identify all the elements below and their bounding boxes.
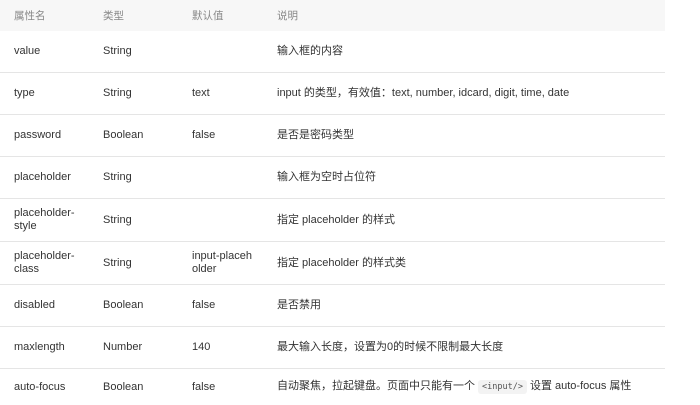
cell-description: 是否禁用	[277, 284, 665, 327]
cell-default: input-placeholder	[192, 241, 277, 285]
cell-description: 最大输入长度，设置为0的时候不限制最大长度	[277, 326, 665, 369]
cell-type: String	[103, 72, 192, 115]
cell-default: 140	[192, 326, 277, 369]
cell-name: placeholder	[0, 156, 103, 199]
header-default: 默认值	[192, 0, 277, 31]
table-row: placeholder-style String 指定 placeholder …	[0, 198, 665, 242]
table-row: type String text input 的类型，有效值：text, num…	[0, 72, 665, 115]
cell-description: 输入框为空时占位符	[277, 156, 665, 199]
cell-name: placeholder-class	[0, 241, 103, 285]
table-header-row: 属性名 类型 默认值 说明	[0, 0, 665, 31]
inline-code: <input/>	[478, 380, 527, 394]
cell-type: Boolean	[103, 368, 192, 405]
cell-type: String	[103, 198, 192, 242]
table-row: maxlength Number 140 最大输入长度，设置为0的时候不限制最大…	[0, 326, 665, 369]
table-row: password Boolean false 是否是密码类型	[0, 114, 665, 157]
description-text-before: 自动聚焦，拉起键盘。页面中只能有一个	[277, 380, 475, 392]
cell-description: 指定 placeholder 的样式类	[277, 241, 665, 285]
cell-description: 是否是密码类型	[277, 114, 665, 157]
cell-default: false	[192, 114, 277, 157]
cell-name-text: placeholder-style	[14, 207, 75, 232]
cell-name: value	[14, 45, 41, 57]
table-row: disabled Boolean false 是否禁用	[0, 284, 665, 327]
cell-default	[192, 198, 277, 242]
cell-description: input 的类型，有效值：text, number, idcard, digi…	[277, 72, 665, 115]
cell-description: 指定 placeholder 的样式	[277, 198, 665, 242]
cell-type: Boolean	[103, 114, 192, 157]
table-row: placeholder-class String input-placehold…	[0, 241, 665, 285]
cell-default-text: input-placeholder	[192, 250, 252, 275]
cell-description: 输入框的内容	[277, 45, 343, 57]
cell-type: Boolean	[103, 284, 192, 327]
cell-default	[192, 156, 277, 199]
cell-type: String	[103, 241, 192, 285]
cell-default: false	[192, 368, 277, 405]
cell-name: auto-focus	[0, 368, 103, 405]
cell-type: Number	[103, 326, 192, 369]
cell-name: type	[0, 72, 103, 115]
description-text-after: 设置 auto-focus 属性	[529, 380, 632, 392]
cell-type: String	[103, 156, 192, 199]
cell-default	[192, 31, 277, 73]
cell-description: 自动聚焦，拉起键盘。页面中只能有一个 <input/> 设置 auto-focus …	[277, 368, 665, 405]
cell-default: text	[192, 72, 277, 115]
header-name: 属性名	[0, 0, 103, 31]
cell-name-text: placeholder-class	[14, 250, 75, 275]
table-row: placeholder String 输入框为空时占位符	[0, 156, 665, 199]
cell-name: password	[0, 114, 103, 157]
cell-default: false	[192, 284, 277, 327]
properties-table: 属性名 类型 默认值 说明 value String 输入框的内容 type S…	[0, 0, 665, 405]
header-type: 类型	[103, 0, 192, 31]
cell-name: disabled	[0, 284, 103, 327]
table-row: value String 输入框的内容	[0, 31, 665, 73]
cell-name: maxlength	[0, 326, 103, 369]
cell-name: placeholder-style	[0, 198, 103, 242]
header-description: 说明	[277, 0, 665, 31]
cell-type: String	[103, 45, 132, 57]
table-row: auto-focus Boolean false 自动聚焦，拉起键盘。页面中只能…	[0, 368, 665, 405]
